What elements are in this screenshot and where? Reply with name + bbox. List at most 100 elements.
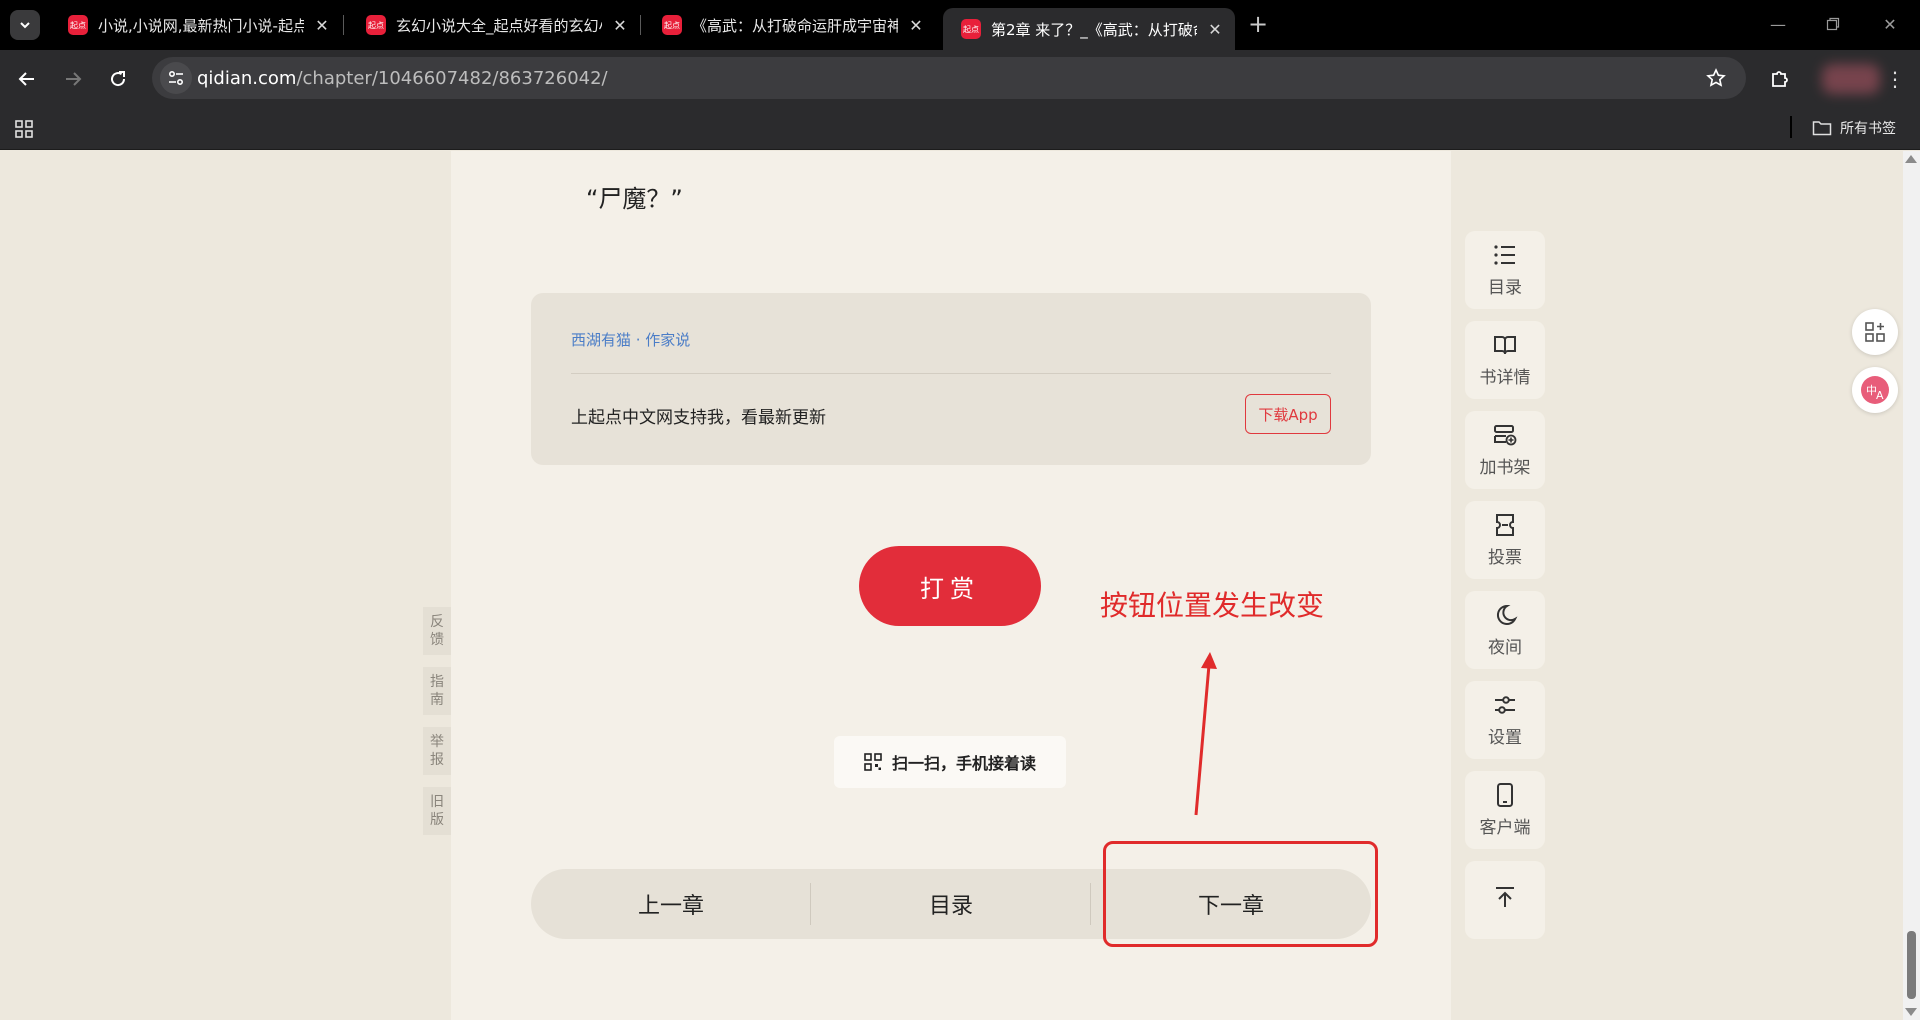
qidian-favicon-icon: 起点 — [961, 19, 981, 39]
side-links: 反馈 指南 举报 旧版 — [423, 607, 451, 847]
address-bar[interactable]: qidian.com/chapter/1046607482/863726042/ — [152, 57, 1746, 99]
tab-separator — [640, 15, 641, 35]
bookmarks-separator — [1790, 116, 1792, 138]
all-bookmarks-label: 所有书签 — [1840, 121, 1896, 137]
reload-icon — [111, 71, 126, 87]
puzzle-icon — [1772, 71, 1788, 87]
browser-tab[interactable]: 起点 玄幻小说大全_起点好看的玄幻小说 ✕ — [348, 8, 640, 42]
author-note-message: 上起点中文网支持我，看最新更新 — [571, 408, 826, 428]
qr-code-icon — [864, 753, 882, 771]
feedback-link[interactable]: 反馈 — [423, 607, 451, 655]
browser-tab[interactable]: 起点 《高武：从打破命运肝成宇宙神 ✕ — [644, 8, 936, 42]
download-app-button[interactable]: 下载App — [1245, 394, 1331, 434]
guide-link[interactable]: 指南 — [423, 667, 451, 715]
window-close-icon[interactable]: ✕ — [1870, 10, 1910, 38]
close-icon[interactable]: ✕ — [1205, 20, 1225, 39]
tab-search-button[interactable] — [10, 10, 40, 40]
book-details-button[interactable]: 书详情 — [1465, 321, 1545, 399]
ticket-icon — [1496, 513, 1514, 536]
reload-button[interactable] — [103, 64, 133, 94]
url-text[interactable]: qidian.com/chapter/1046607482/863726042/ — [197, 68, 608, 89]
report-link[interactable]: 举报 — [423, 727, 451, 775]
svg-text:A: A — [1876, 389, 1884, 402]
page-scrollbar[interactable] — [1903, 151, 1920, 1020]
annotation-highlight-box — [1103, 841, 1378, 947]
settings-button[interactable]: 设置 — [1465, 681, 1545, 759]
toolbar-label: 投票 — [1488, 547, 1522, 568]
night-mode-button[interactable]: 夜间 — [1465, 591, 1545, 669]
page-viewport: “尸魔？” 西湖有猫 · 作家说 上起点中文网支持我，看最新更新 下载App 打… — [0, 151, 1920, 1020]
toolbar-label: 目录 — [1488, 277, 1522, 298]
toolbar-label: 设置 — [1488, 727, 1522, 748]
toolbar-label: 夜间 — [1488, 637, 1522, 658]
moon-icon — [1496, 604, 1518, 625]
translate-button[interactable]: 中 A — [1852, 367, 1898, 413]
url-host: qidian.com — [197, 68, 297, 89]
close-icon[interactable]: ✕ — [906, 16, 926, 35]
tune-icon — [168, 70, 184, 86]
minimize-icon[interactable]: — — [1758, 10, 1798, 38]
tip-button[interactable]: 打赏 — [859, 546, 1041, 626]
divider — [571, 373, 1331, 374]
extensions-button[interactable] — [1765, 64, 1795, 94]
old-version-link[interactable]: 旧版 — [423, 787, 451, 835]
site-info-button[interactable] — [160, 62, 192, 94]
toolbar-toc-button[interactable]: 目录 — [1465, 231, 1545, 309]
sliders-icon — [1495, 695, 1515, 714]
add-shelf-icon — [1494, 424, 1517, 445]
close-icon[interactable]: ✕ — [610, 16, 630, 35]
profile-avatar[interactable] — [1822, 64, 1880, 94]
add-to-shelf-button[interactable]: 加书架 — [1465, 411, 1545, 489]
vote-button[interactable]: 投票 — [1465, 501, 1545, 579]
scan-to-phone-button[interactable]: 扫一扫，手机接着读 — [834, 736, 1066, 788]
back-to-top-button[interactable] — [1465, 861, 1545, 939]
add-widget-button[interactable] — [1852, 309, 1898, 355]
qidian-favicon-icon: 起点 — [366, 15, 386, 35]
tab-separator — [343, 15, 344, 35]
book-icon — [1494, 335, 1516, 354]
browser-tab[interactable]: 起点 小说,小说网,最新热门小说-起点 ✕ — [50, 8, 342, 42]
tab-title: 第2章 来了？_《高武：从打破命 — [991, 20, 1197, 39]
client-app-button[interactable]: 客户端 — [1465, 771, 1545, 849]
chapter-text-line: “尸魔？” — [586, 185, 683, 213]
add-grid-icon — [1865, 322, 1885, 342]
annotation-text: 按钮位置发生改变 — [1100, 589, 1325, 622]
browser-toolbar: qidian.com/chapter/1046607482/863726042/… — [0, 50, 1920, 108]
url-path: /chapter/1046607482/863726042/ — [296, 68, 608, 89]
apps-grid-icon[interactable] — [14, 119, 34, 139]
toolbar-label: 书详情 — [1479, 367, 1531, 388]
toolbar-label: 客户端 — [1479, 817, 1531, 838]
list-icon — [1494, 244, 1515, 265]
qidian-favicon-icon: 起点 — [68, 15, 88, 35]
new-tab-button[interactable]: + — [1244, 10, 1272, 38]
phone-icon — [1497, 782, 1513, 807]
scrollbar-thumb[interactable] — [1907, 931, 1916, 999]
back-to-top-icon — [1496, 887, 1514, 907]
scroll-up-arrow-icon[interactable] — [1905, 155, 1917, 163]
translate-icon: 中 A — [1861, 376, 1889, 404]
reader-toolbar: 目录 书详情 加书架 投票 夜间 设置 客户端 — [1465, 231, 1545, 951]
arrow-right-icon — [66, 72, 82, 86]
qidian-favicon-icon: 起点 — [662, 15, 682, 35]
tab-title: 小说,小说网,最新热门小说-起点 — [98, 16, 304, 35]
author-note-title[interactable]: 西湖有猫 · 作家说 — [571, 329, 690, 350]
scroll-down-arrow-icon[interactable] — [1905, 1008, 1917, 1016]
more-menu-icon[interactable]: ⋮ — [1880, 64, 1910, 94]
tab-title: 《高武：从打破命运肝成宇宙神 — [692, 16, 898, 35]
restore-icon[interactable] — [1813, 10, 1853, 38]
all-bookmarks-button[interactable]: 所有书签 — [1812, 118, 1896, 138]
folder-icon — [1812, 121, 1832, 136]
author-note-card: 西湖有猫 · 作家说 上起点中文网支持我，看最新更新 下载App — [531, 293, 1371, 465]
prev-chapter-button[interactable]: 上一章 — [531, 869, 811, 939]
back-button[interactable] — [12, 64, 42, 94]
browser-tab-active[interactable]: 起点 第2章 来了？_《高武：从打破命 ✕ — [943, 8, 1235, 50]
bookmark-star-icon[interactable] — [1704, 66, 1728, 90]
arrow-left-icon — [18, 72, 34, 86]
toc-button[interactable]: 目录 — [811, 869, 1091, 939]
chevron-down-icon — [20, 22, 30, 29]
forward-button[interactable] — [58, 64, 88, 94]
tab-title: 玄幻小说大全_起点好看的玄幻小说 — [396, 16, 602, 35]
close-icon[interactable]: ✕ — [312, 16, 332, 35]
toolbar-label: 加书架 — [1479, 457, 1531, 478]
scan-label: 扫一扫，手机接着读 — [891, 754, 1036, 773]
